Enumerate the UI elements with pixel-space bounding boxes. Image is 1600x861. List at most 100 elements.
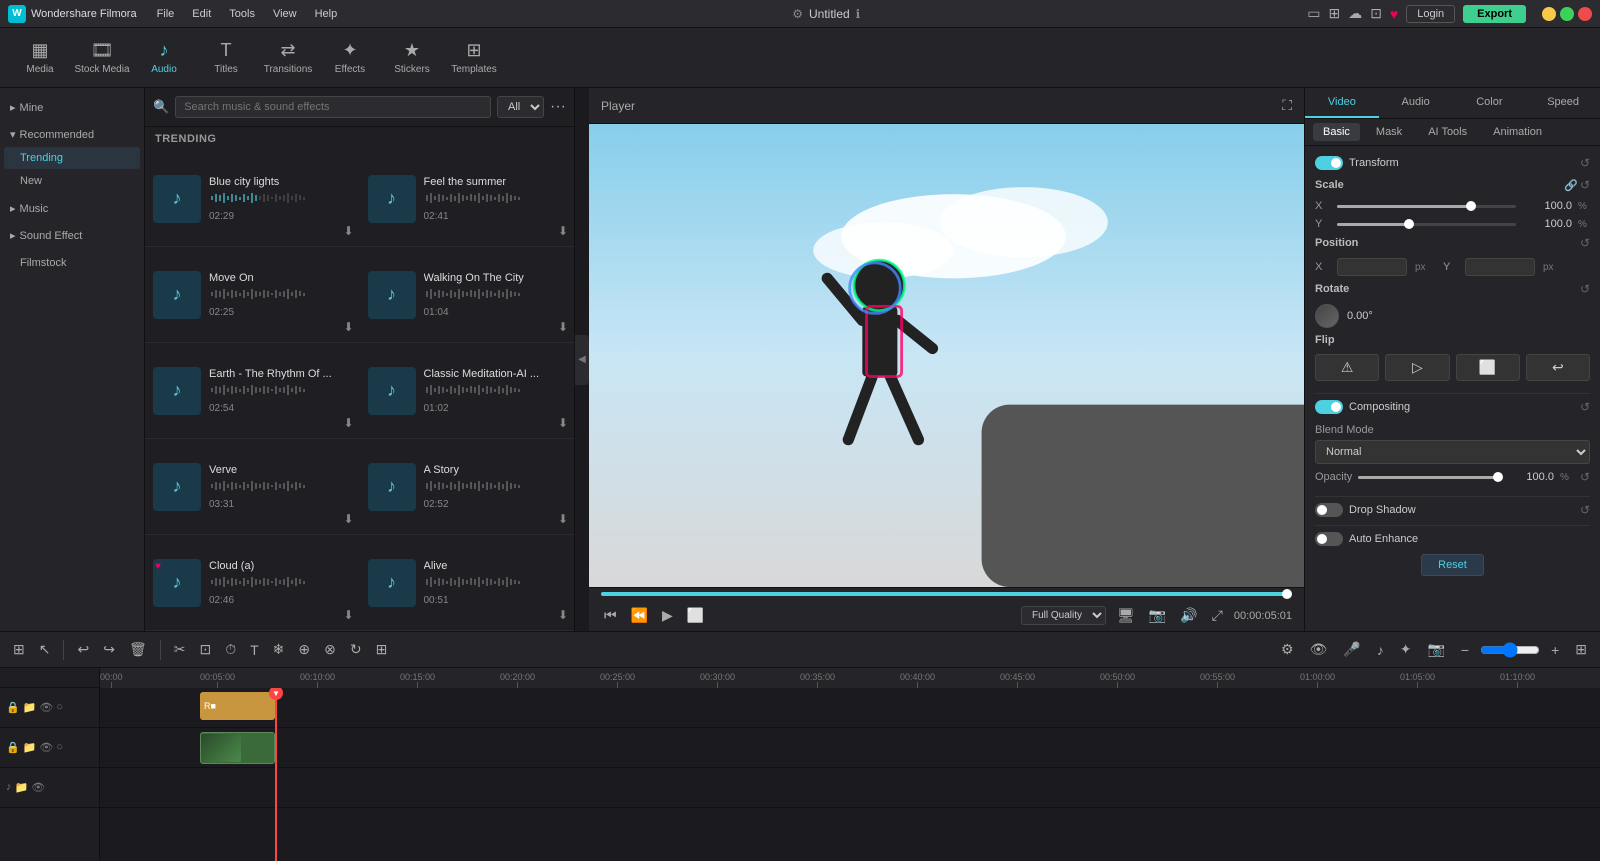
tl-more-button[interactable]: ⊞	[371, 638, 393, 661]
icon-screen[interactable]: ▭	[1307, 5, 1320, 22]
transform-toggle[interactable]	[1315, 156, 1343, 170]
download-icon-10[interactable]: ⬇	[558, 608, 568, 622]
tool-stickers[interactable]: ★ Stickers	[382, 32, 442, 84]
tool-templates[interactable]: ⊞ Templates	[444, 32, 504, 84]
tl-fx-button[interactable]: ✦	[1395, 638, 1417, 661]
tl-freeze-button[interactable]: ❄	[268, 638, 290, 661]
tl-layout-button[interactable]: ⊞	[1570, 638, 1592, 661]
tab-speed[interactable]: Speed	[1526, 88, 1600, 118]
folder-icon-2[interactable]: 📁	[23, 741, 37, 754]
tab-color[interactable]: Color	[1453, 88, 1527, 118]
maximize-button[interactable]	[1560, 7, 1574, 21]
tl-snap-button[interactable]: ⊕	[293, 638, 315, 661]
sidebar-item-new[interactable]: New	[4, 170, 140, 192]
sub-tab-mask[interactable]: Mask	[1366, 123, 1412, 141]
download-icon-1[interactable]: ⬇	[343, 224, 353, 238]
visible-icon-1[interactable]: ○	[56, 701, 63, 714]
tl-delete-button[interactable]: 🗑	[124, 638, 152, 661]
menu-help[interactable]: Help	[307, 5, 346, 23]
menu-edit[interactable]: Edit	[184, 5, 219, 23]
folder-icon-3[interactable]: 📁	[15, 781, 29, 794]
sidebar-soundeffect-header[interactable]: ▸ Sound Effect	[0, 224, 144, 247]
icon-cloud[interactable]: ☁	[1348, 5, 1362, 22]
clip-main[interactable]	[200, 732, 275, 764]
tl-settings-button[interactable]: ⚙	[1276, 638, 1299, 661]
export-button[interactable]: Export	[1463, 5, 1526, 23]
sidebar-music-header[interactable]: ▸ Music	[0, 197, 144, 220]
rewind-button[interactable]: ⏮	[601, 604, 620, 627]
audio-item-5[interactable]: ♪ Earth - The Rhythm Of ... 02:54 ⬇	[145, 343, 360, 439]
tl-crop-button[interactable]: ⊡	[194, 638, 216, 661]
sub-tab-animation[interactable]: Animation	[1483, 123, 1552, 141]
sidebar-item-filmstock[interactable]: Filmstock	[4, 252, 140, 274]
download-icon-2[interactable]: ⬇	[558, 224, 568, 238]
minimize-button[interactable]	[1542, 7, 1556, 21]
lock-icon-1[interactable]: 🔒	[6, 701, 20, 714]
filter-select[interactable]: All	[497, 96, 544, 118]
folder-icon-1[interactable]: 📁	[23, 701, 37, 714]
visible-icon-2[interactable]: ○	[56, 741, 63, 754]
audio-item-1[interactable]: ♪ Blue city lights	[145, 151, 360, 247]
screenshot-icon[interactable]: 📷	[1146, 604, 1169, 627]
link-icon[interactable]: 🔗	[1564, 179, 1578, 192]
tool-transitions[interactable]: ⇄ Transitions	[258, 32, 318, 84]
audio-item-7[interactable]: ♪ Verve 03:31 ⬇	[145, 439, 360, 535]
tool-effects[interactable]: ✦ Effects	[320, 32, 380, 84]
eye-icon-1[interactable]: 👁	[39, 701, 53, 714]
audio-item-2[interactable]: ♪ Feel the summer 02:41 ⬇	[360, 151, 575, 247]
audio-item-3[interactable]: ♪ Move On 02:25 ⬇	[145, 247, 360, 343]
tl-undo-button[interactable]: ↩	[72, 638, 94, 661]
music-icon-3[interactable]: ♪	[6, 781, 12, 794]
eye-icon-2[interactable]: 👁	[39, 741, 53, 754]
scale-x-slider[interactable]	[1337, 205, 1516, 208]
quality-select[interactable]: Full Quality	[1021, 606, 1106, 625]
pos-y-input[interactable]: 0.00	[1465, 258, 1535, 276]
login-button[interactable]: Login	[1406, 5, 1455, 23]
stop-button[interactable]: ⬜	[684, 604, 707, 627]
tl-cam-button[interactable]: 📷	[1422, 638, 1449, 661]
tool-titles[interactable]: T Titles	[196, 32, 256, 84]
sidebar-item-trending[interactable]: Trending	[4, 147, 140, 169]
tl-redo-button[interactable]: ↪	[98, 638, 120, 661]
sub-tab-basic[interactable]: Basic	[1313, 123, 1360, 141]
download-icon-6[interactable]: ⬇	[558, 416, 568, 430]
audio-item-9[interactable]: ♥ ♪ Cloud (a) 02:46 ⬇	[145, 535, 360, 631]
zoom-slider[interactable]	[1480, 642, 1540, 658]
icon-share[interactable]: ⊡	[1370, 5, 1382, 22]
tl-mic-button[interactable]: 🎤	[1338, 638, 1365, 661]
position-reset-icon[interactable]: ↺	[1580, 236, 1590, 250]
tl-speed-button[interactable]: ⏱	[220, 638, 241, 661]
download-icon-7[interactable]: ⬇	[343, 512, 353, 526]
sidebar-recommended-header[interactable]: ▾ Recommended	[0, 123, 144, 146]
more-options-button[interactable]: ···	[550, 98, 566, 116]
scale-y-slider[interactable]	[1337, 223, 1516, 226]
audio-item-6[interactable]: ♪ Classic Meditation-AI ... 01:02 ⬇	[360, 343, 575, 439]
reset-button[interactable]: Reset	[1421, 554, 1484, 576]
menu-file[interactable]: File	[149, 5, 183, 23]
sidebar-mine-header[interactable]: ▸ Mine	[0, 96, 144, 119]
step-back-button[interactable]: ⏪	[628, 604, 651, 627]
rotate-reset-icon[interactable]: ↺	[1580, 282, 1590, 296]
audio-item-4[interactable]: ♪ Walking On The City 01:04 ⬇	[360, 247, 575, 343]
tool-media[interactable]: ▦ Media	[10, 32, 70, 84]
tab-video[interactable]: Video	[1305, 88, 1379, 118]
tl-plus-button[interactable]: +	[1546, 639, 1564, 661]
tab-audio[interactable]: Audio	[1379, 88, 1453, 118]
download-icon-9[interactable]: ⬇	[343, 608, 353, 622]
close-button[interactable]	[1578, 7, 1592, 21]
opacity-slider[interactable]	[1358, 476, 1498, 479]
tool-audio[interactable]: ♪ Audio	[134, 32, 194, 84]
auto-enhance-toggle[interactable]	[1315, 532, 1343, 546]
tl-select-button[interactable]: ↖	[34, 638, 56, 661]
drop-shadow-reset-icon[interactable]: ↺	[1580, 503, 1590, 517]
scale-reset-icon[interactable]: ↺	[1580, 178, 1590, 192]
sidebar-collapse-button[interactable]: ◀	[575, 335, 589, 385]
menu-view[interactable]: View	[265, 5, 305, 23]
search-input[interactable]	[175, 96, 491, 118]
tl-add-button[interactable]: ⊞	[8, 638, 30, 661]
audio-item-10[interactable]: ♪ Alive 00:51 ⬇	[360, 535, 575, 631]
volume-icon[interactable]: 🔊	[1177, 604, 1200, 627]
play-button[interactable]: ▶	[659, 604, 676, 627]
tl-text-button[interactable]: T	[245, 639, 264, 661]
audio-item-8[interactable]: ♪ A Story 02:52 ⬇	[360, 439, 575, 535]
